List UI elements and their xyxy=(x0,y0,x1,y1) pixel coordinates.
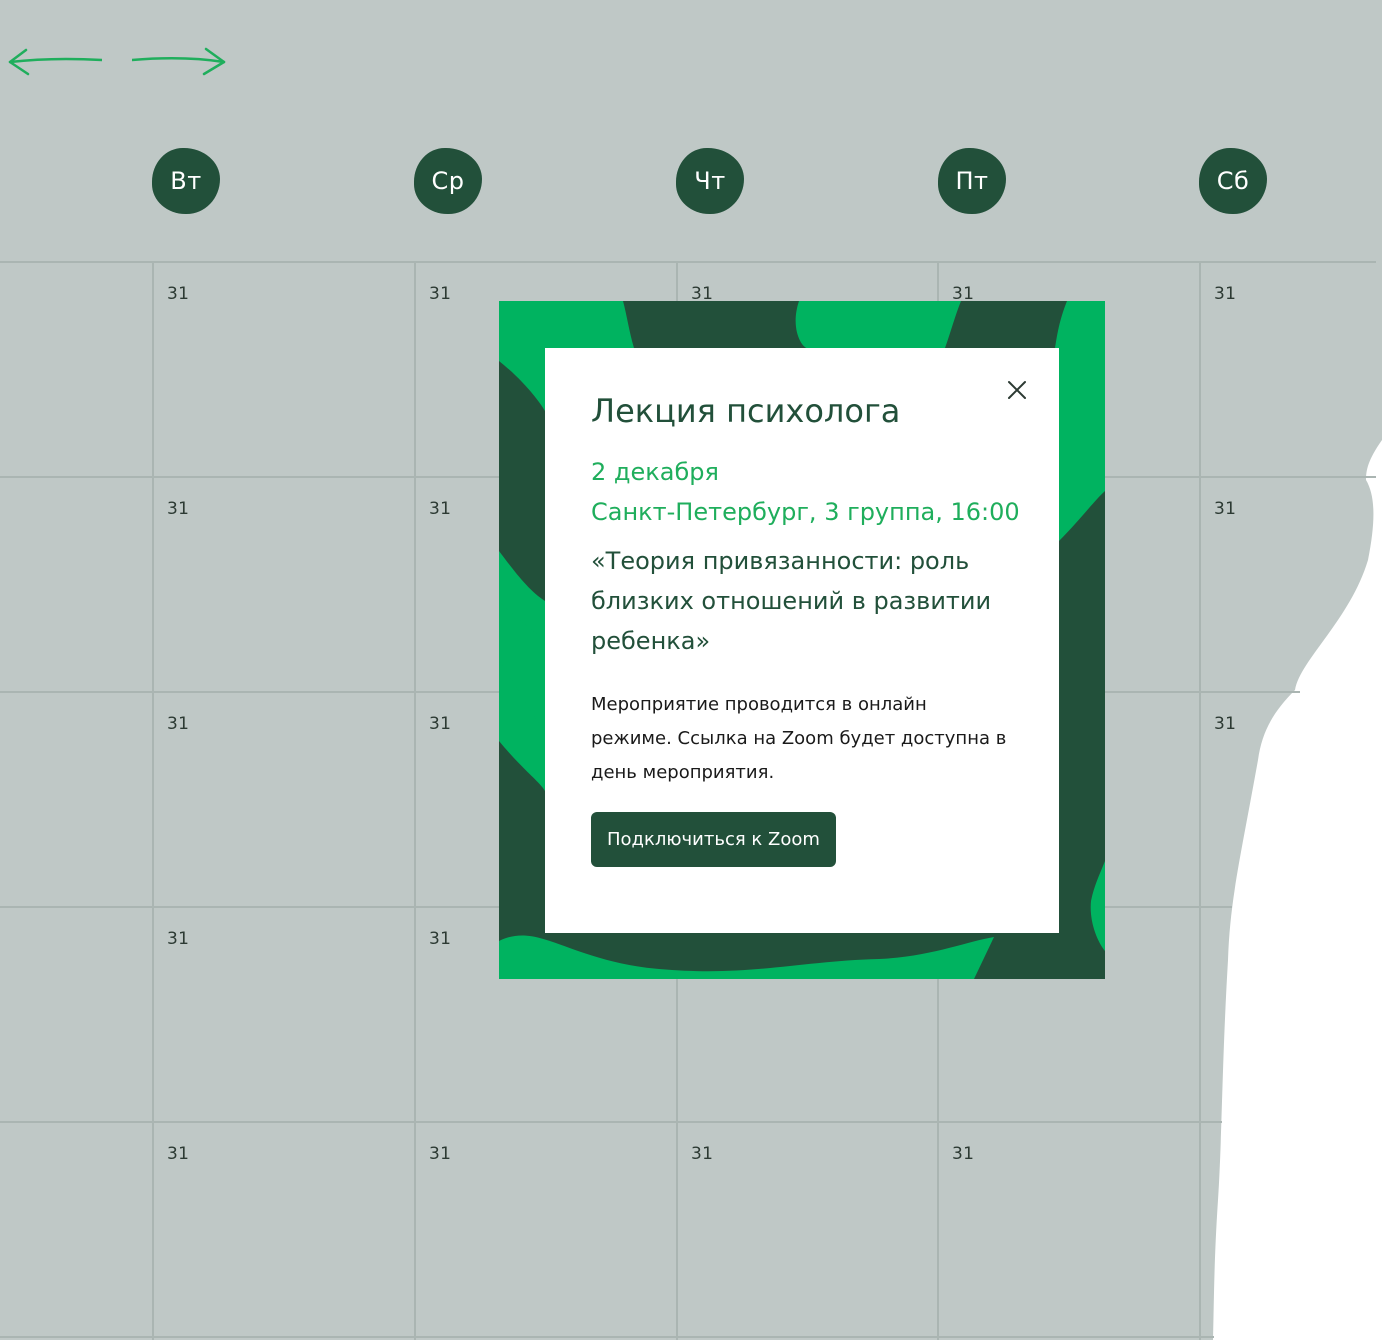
weekday-tue: Вт xyxy=(152,148,220,214)
event-date: 2 декабря xyxy=(591,458,719,486)
day-number[interactable]: 31 xyxy=(167,714,189,734)
modal-card: Лекция психолога 2 декабря Санкт-Петербу… xyxy=(545,348,1059,933)
day-number[interactable]: 31 xyxy=(1214,284,1236,304)
arrow-right-icon xyxy=(132,47,226,76)
event-topic: «Теория привязанности: роль близких отно… xyxy=(591,547,992,655)
event-description: Мероприятие проводится в онлайн режиме. … xyxy=(591,694,1007,783)
weekday-fri: Пт xyxy=(938,148,1006,214)
day-number[interactable]: 31 xyxy=(167,499,189,519)
join-zoom-button[interactable]: Подключиться к Zoom xyxy=(591,812,836,867)
next-month-button[interactable] xyxy=(132,44,228,80)
calendar-page: Вт Ср Чт Пт Сб 31 31 31 31 31 31 31 31 3… xyxy=(0,0,1382,1340)
day-number[interactable]: 31 xyxy=(429,714,451,734)
event-location: Санкт-Петербург, 3 группа, 16:00 xyxy=(591,498,1020,526)
day-number[interactable]: 31 xyxy=(429,929,451,949)
day-number[interactable]: 31 xyxy=(1214,714,1236,734)
day-number[interactable]: 31 xyxy=(429,284,451,304)
day-number[interactable]: 31 xyxy=(167,929,189,949)
prev-month-button[interactable] xyxy=(6,44,102,80)
weekday-sat: Сб xyxy=(1199,148,1267,214)
arrow-left-icon xyxy=(8,48,102,76)
day-number[interactable]: 31 xyxy=(952,1144,974,1164)
weekday-wed: Ср xyxy=(414,148,482,214)
modal-title: Лекция психолога xyxy=(591,392,901,430)
event-modal: Лекция психолога 2 декабря Санкт-Петербу… xyxy=(499,301,1105,979)
day-number[interactable]: 31 xyxy=(1214,499,1236,519)
weekday-thu: Чт xyxy=(676,148,744,214)
close-button[interactable] xyxy=(1002,375,1032,405)
day-number[interactable]: 31 xyxy=(429,499,451,519)
day-number[interactable]: 31 xyxy=(691,1144,713,1164)
day-number[interactable]: 31 xyxy=(167,284,189,304)
day-number[interactable]: 31 xyxy=(429,1144,451,1164)
close-icon xyxy=(1008,381,1026,399)
day-number[interactable]: 31 xyxy=(167,1144,189,1164)
